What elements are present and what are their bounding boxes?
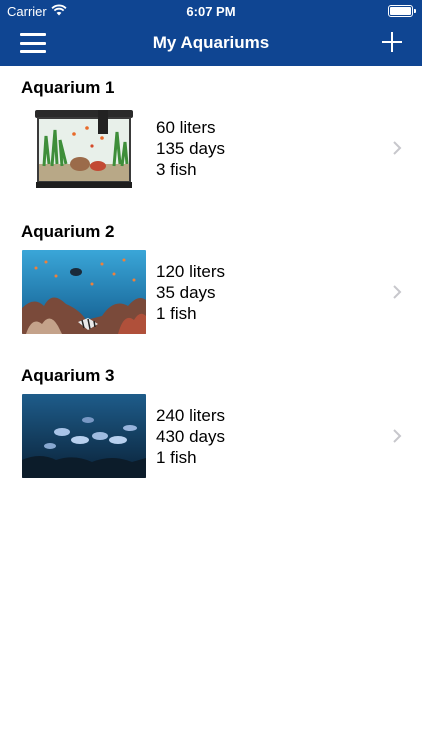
- aquarium-age: 135 days: [156, 139, 225, 158]
- aquarium-stats: 120 liters 35 days 1 fish: [156, 261, 225, 324]
- aquarium-volume: 60 liters: [156, 118, 216, 137]
- aquarium-fish-count: 1 fish: [156, 448, 197, 467]
- app-screen: Carrier 6:07 PM My Aquariums Aquarium 1: [0, 0, 422, 750]
- plus-icon[interactable]: [382, 32, 402, 52]
- aquarium-list: Aquarium 1 60 liters 135 days 3 fish Aqu…: [0, 66, 422, 498]
- aquarium-age: 35 days: [156, 283, 216, 302]
- chevron-right-icon: [393, 429, 402, 443]
- aquarium-row[interactable]: Aquarium 3 240 liters 430 days 1 fish: [0, 354, 422, 498]
- aquarium-thumbnail: [22, 106, 146, 190]
- aquarium-thumbnail: [22, 394, 146, 478]
- aquarium-stats: 240 liters 430 days 1 fish: [156, 405, 225, 468]
- page-title: My Aquariums: [152, 33, 270, 52]
- aquarium-fish-count: 1 fish: [156, 304, 197, 323]
- aquarium-age: 430 days: [156, 427, 225, 446]
- nav-bar: My Aquariums: [0, 22, 422, 66]
- clock: 6:07 PM: [186, 4, 236, 19]
- status-bar: Carrier 6:07 PM: [0, 0, 422, 22]
- aquarium-thumbnail: [22, 250, 146, 334]
- aquarium-stats: 60 liters 135 days 3 fish: [156, 117, 225, 180]
- battery-icon: [388, 5, 416, 17]
- tank-photo: [22, 106, 146, 190]
- header: Carrier 6:07 PM My Aquariums: [0, 0, 422, 66]
- aquarium-title: Aquarium 2: [21, 222, 115, 241]
- aquarium-volume: 120 liters: [156, 262, 225, 281]
- deep-sea-photo: [22, 394, 146, 478]
- chevron-right-icon: [393, 141, 402, 155]
- reef-photo: [22, 250, 146, 334]
- aquarium-row[interactable]: Aquarium 2 120 liters 35 days 1 fish: [0, 210, 422, 354]
- aquarium-title: Aquarium 1: [21, 78, 115, 97]
- chevron-right-icon: [393, 285, 402, 299]
- aquarium-title: Aquarium 3: [21, 366, 115, 385]
- aquarium-volume: 240 liters: [156, 406, 225, 425]
- aquarium-row[interactable]: Aquarium 1 60 liters 135 days 3 fish: [0, 66, 422, 210]
- aquarium-fish-count: 3 fish: [156, 160, 197, 179]
